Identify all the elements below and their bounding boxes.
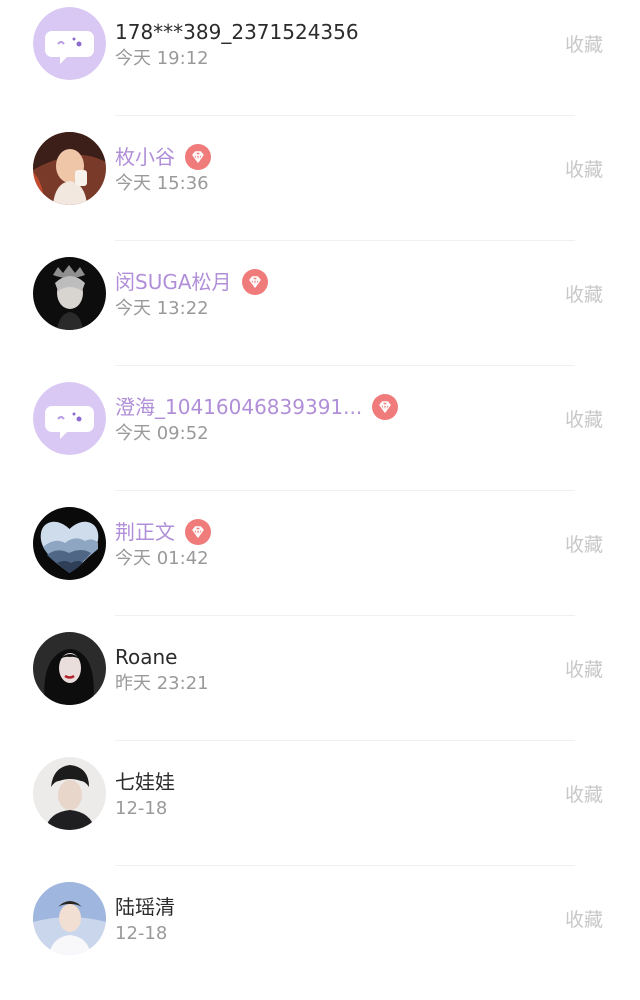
avatar[interactable] xyxy=(33,632,106,705)
row-divider xyxy=(115,865,575,866)
contact-name: 闵SUGA松月 xyxy=(115,270,232,294)
row-divider xyxy=(115,240,575,241)
diamond-icon xyxy=(372,394,399,420)
photo-avatar-icon xyxy=(33,257,106,330)
avatar[interactable] xyxy=(33,507,106,580)
row-divider xyxy=(115,365,575,366)
contact-row[interactable]: 闵SUGA松月 今天 13:22 收藏 xyxy=(0,250,640,375)
contact-time: 今天 09:52 xyxy=(115,423,209,444)
collect-button[interactable]: 收藏 xyxy=(565,407,603,433)
contact-time: 昨天 23:21 xyxy=(115,673,209,694)
avatar[interactable] xyxy=(33,882,106,955)
contact-name: 荆正文 xyxy=(115,520,175,544)
collect-button[interactable]: 收藏 xyxy=(565,657,603,683)
contact-row[interactable]: 荆正文 今天 01:42 收藏 xyxy=(0,500,640,625)
row-divider xyxy=(115,615,575,616)
contact-name: 178***389_2371524356 xyxy=(115,20,359,44)
row-divider xyxy=(115,490,575,491)
contact-time: 12-18 xyxy=(115,923,168,944)
contact-time: 今天 13:22 xyxy=(115,298,209,319)
row-divider xyxy=(115,115,575,116)
collect-button[interactable]: 收藏 xyxy=(565,157,603,183)
collect-button[interactable]: 收藏 xyxy=(565,532,603,558)
contact-name: Roane xyxy=(115,645,178,669)
collect-button[interactable]: 收藏 xyxy=(565,782,603,808)
contact-name: 澄海_10416046839391... xyxy=(115,395,363,419)
contact-row[interactable]: 陆瑶清 12-18 收藏 xyxy=(0,875,640,1000)
contact-time: 今天 15:36 xyxy=(115,173,209,194)
avatar[interactable] xyxy=(33,132,106,205)
contact-row[interactable]: 七娃娃 12-18 收藏 xyxy=(0,750,640,875)
photo-avatar-icon xyxy=(33,882,106,955)
contact-time: 今天 01:42 xyxy=(115,548,209,569)
contact-row[interactable]: 178***389_2371524356 今天 19:12 收藏 xyxy=(0,0,640,125)
photo-avatar-icon xyxy=(33,132,106,205)
photo-avatar-icon xyxy=(33,632,106,705)
default-chat-avatar-icon xyxy=(33,382,106,455)
contact-name: 枚小谷 xyxy=(115,145,175,169)
diamond-icon xyxy=(241,269,268,295)
diamond-icon xyxy=(185,519,211,545)
avatar[interactable] xyxy=(33,257,106,330)
row-divider xyxy=(115,740,575,741)
collect-button[interactable]: 收藏 xyxy=(565,32,603,58)
contact-list: 178***389_2371524356 今天 19:12 收藏 枚小谷 今天 … xyxy=(0,0,640,963)
collect-button[interactable]: 收藏 xyxy=(565,282,603,308)
default-chat-avatar-icon xyxy=(33,7,106,80)
photo-avatar-icon xyxy=(33,757,106,830)
contact-time: 今天 19:12 xyxy=(115,48,209,69)
collect-button[interactable]: 收藏 xyxy=(565,907,603,933)
avatar[interactable] xyxy=(33,757,106,830)
contact-time: 12-18 xyxy=(115,798,168,819)
contact-row[interactable]: Roane 昨天 23:21 收藏 xyxy=(0,625,640,750)
avatar[interactable] xyxy=(33,7,106,80)
heart-landscape-avatar-icon xyxy=(33,507,106,580)
contact-name: 七娃娃 xyxy=(115,770,175,794)
contact-name: 陆瑶清 xyxy=(115,895,175,919)
contact-row[interactable]: 澄海_10416046839391... 今天 09:52 收藏 xyxy=(0,375,640,500)
avatar[interactable] xyxy=(33,382,106,455)
diamond-icon xyxy=(185,144,211,170)
contact-row[interactable]: 枚小谷 今天 15:36 收藏 xyxy=(0,125,640,250)
